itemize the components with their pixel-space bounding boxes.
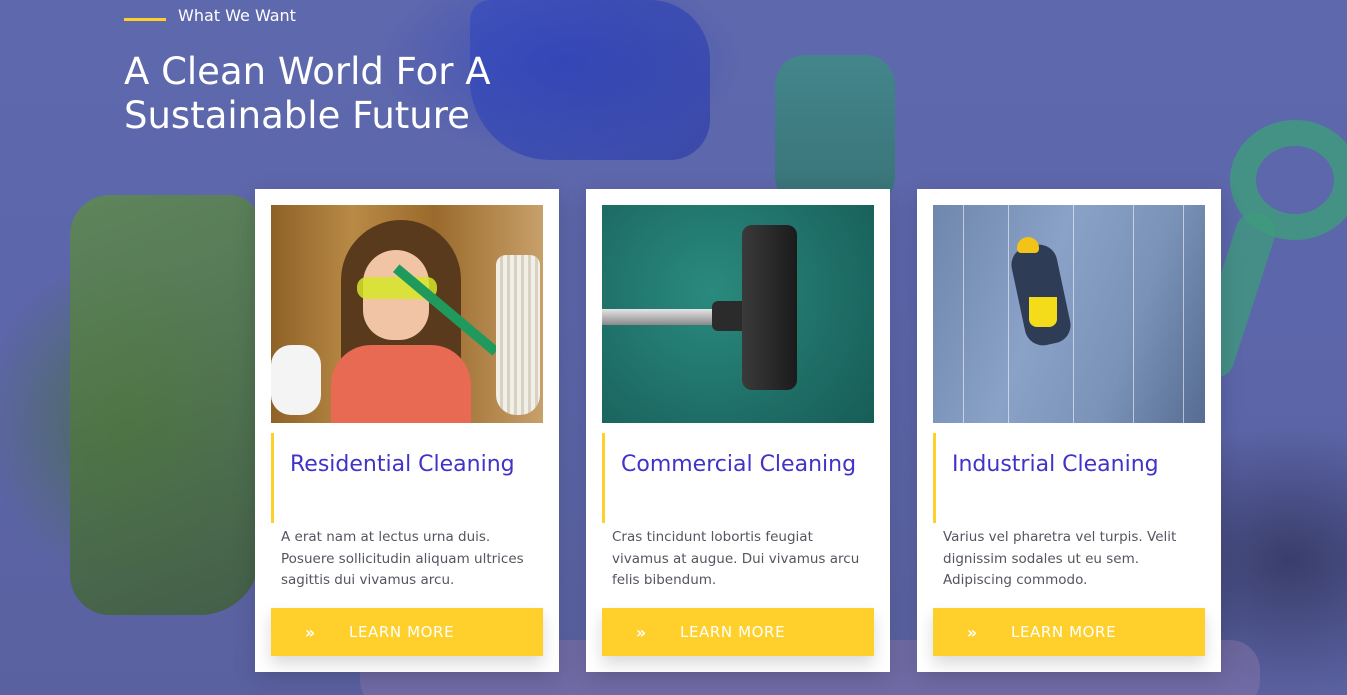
- double-chevron-right-icon: »: [966, 622, 978, 642]
- learn-more-button[interactable]: » LEARN MORE: [271, 608, 543, 656]
- card-description: A erat nam at lectus urna duis. Posuere …: [281, 529, 524, 588]
- spray-handle-ring-decoration: [1230, 120, 1347, 240]
- card-title-block: Commercial Cleaning: [602, 433, 874, 523]
- service-card-industrial: Industrial Cleaning Varius vel pharetra …: [917, 189, 1221, 672]
- learn-more-label: LEARN MORE: [349, 623, 455, 641]
- learn-more-button[interactable]: » LEARN MORE: [933, 608, 1205, 656]
- vacuum-on-carpet-image: [602, 205, 874, 423]
- section-title: A Clean World For A Sustainable Future: [124, 50, 491, 137]
- card-title[interactable]: Commercial Cleaning: [621, 450, 874, 479]
- window-cleaner-climber-image: [933, 205, 1205, 423]
- learn-more-button[interactable]: » LEARN MORE: [602, 608, 874, 656]
- card-title-block: Industrial Cleaning: [933, 433, 1205, 523]
- learn-more-label: LEARN MORE: [680, 623, 786, 641]
- double-chevron-right-icon: »: [304, 622, 316, 642]
- learn-more-label: LEARN MORE: [1011, 623, 1117, 641]
- card-title[interactable]: Residential Cleaning: [290, 450, 543, 479]
- eyebrow-text: What We Want: [178, 6, 296, 25]
- card-title[interactable]: Industrial Cleaning: [952, 450, 1205, 479]
- double-chevron-right-icon: »: [635, 622, 647, 642]
- section-eyebrow: What We Want: [124, 6, 296, 25]
- service-card-commercial: Commercial Cleaning Cras tincidunt lobor…: [586, 189, 890, 672]
- woman-with-mop-image: [271, 205, 543, 423]
- cloth-decoration: [70, 195, 260, 615]
- card-description: Varius vel pharetra vel turpis. Velit di…: [943, 529, 1177, 588]
- card-title-block: Residential Cleaning: [271, 433, 543, 523]
- card-description: Cras tincidunt lobortis feugiat vivamus …: [612, 529, 860, 588]
- eyebrow-accent-line: [124, 18, 166, 21]
- service-card-residential: Residential Cleaning A erat nam at lectu…: [255, 189, 559, 672]
- service-cards: Residential Cleaning A erat nam at lectu…: [255, 189, 1221, 672]
